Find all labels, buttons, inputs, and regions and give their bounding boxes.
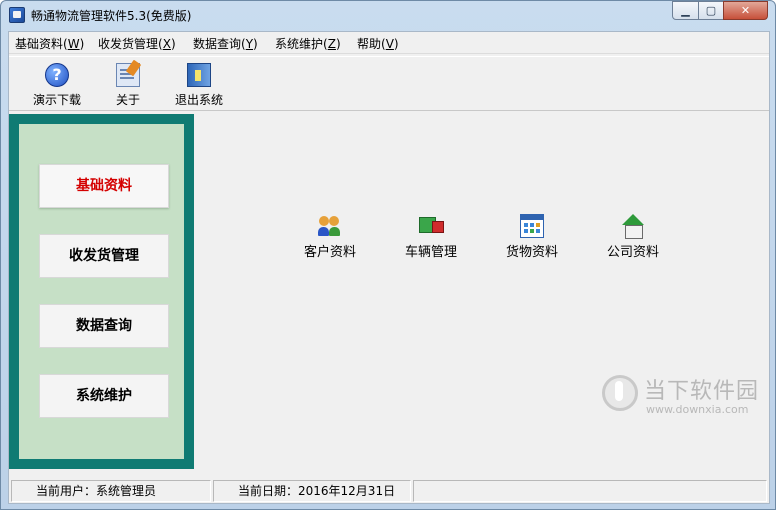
menu-basic-data[interactable]: 基础资料(W) [15, 35, 84, 52]
toolbar: ? 演示下载 关于 退出系统 [9, 56, 769, 111]
menu-data-query[interactable]: 数据查询(Y) [193, 35, 258, 52]
exit-system-label: 退出系统 [174, 93, 223, 107]
sidebar-panel: 基础资料 收发货管理 数据查询 系统维护 [19, 124, 184, 459]
company-data-label: 公司资料 [606, 245, 659, 260]
customer-data-label: 客户资料 [303, 245, 356, 260]
company-data-launcher[interactable]: 公司资料 [593, 214, 673, 264]
app-icon[interactable] [9, 7, 25, 23]
status-bar: 当前用户：系统管理员 当前日期：2016年12月31日 [9, 478, 769, 503]
window-title: 畅通物流管理软件5.3(免费版) [31, 9, 192, 23]
status-empty-pane [413, 480, 767, 502]
title-bar[interactable]: 畅通物流管理软件5.3(免费版) ▁ ▢ ✕ [1, 1, 775, 31]
customer-data-launcher[interactable]: 客户资料 [290, 214, 370, 264]
watermark-logo-icon [602, 375, 638, 411]
sidebar-item-basic-data[interactable]: 基础资料 [39, 164, 169, 208]
demo-download-button[interactable]: ? 演示下载 [25, 59, 89, 109]
menu-system[interactable]: 系统维护(Z) [275, 35, 341, 52]
watermark: 当下软件园 www.downxia.com [594, 367, 769, 427]
exit-icon [187, 63, 211, 87]
vehicle-icon [419, 214, 444, 238]
cargo-icon [520, 214, 544, 238]
sidebar-item-shipping[interactable]: 收发货管理 [39, 234, 169, 278]
watermark-title: 当下软件园 [644, 379, 760, 404]
vehicle-management-launcher[interactable]: 车辆管理 [391, 214, 471, 264]
menu-bar: 基础资料(W) 收发货管理(X) 数据查询(Y) 系统维护(Z) 帮助(V) [9, 32, 769, 54]
about-icon [116, 63, 140, 87]
about-button[interactable]: 关于 [103, 59, 153, 109]
cargo-data-label: 货物资料 [505, 245, 558, 260]
vehicle-management-label: 车辆管理 [404, 245, 457, 260]
menu-shipping[interactable]: 收发货管理(X) [98, 35, 176, 52]
customer-icon [318, 214, 342, 238]
menu-help[interactable]: 帮助(V) [357, 35, 399, 52]
watermark-url: www.downxia.com [646, 403, 749, 416]
help-icon: ? [45, 63, 69, 87]
status-current-user: 当前用户：系统管理员 [11, 480, 211, 502]
sidebar-item-system[interactable]: 系统维护 [39, 374, 169, 418]
about-label: 关于 [115, 93, 140, 107]
minimize-button[interactable]: ▁ [672, 1, 699, 20]
maximize-button[interactable]: ▢ [698, 1, 724, 20]
sidebar-item-data-query[interactable]: 数据查询 [39, 304, 169, 348]
app-window: 畅通物流管理软件5.3(免费版) ▁ ▢ ✕ 基础资料(W) 收发货管理(X) … [0, 0, 776, 510]
demo-download-label: 演示下载 [32, 93, 81, 107]
status-current-date: 当前日期：2016年12月31日 [213, 480, 411, 502]
cargo-data-launcher[interactable]: 货物资料 [492, 214, 572, 264]
close-button[interactable]: ✕ [723, 1, 768, 20]
client-area: 基础资料(W) 收发货管理(X) 数据查询(Y) 系统维护(Z) 帮助(V) ?… [8, 31, 770, 504]
sidebar: 基础资料 收发货管理 数据查询 系统维护 [9, 114, 194, 469]
exit-system-button[interactable]: 退出系统 [167, 59, 231, 109]
company-icon [621, 214, 645, 239]
